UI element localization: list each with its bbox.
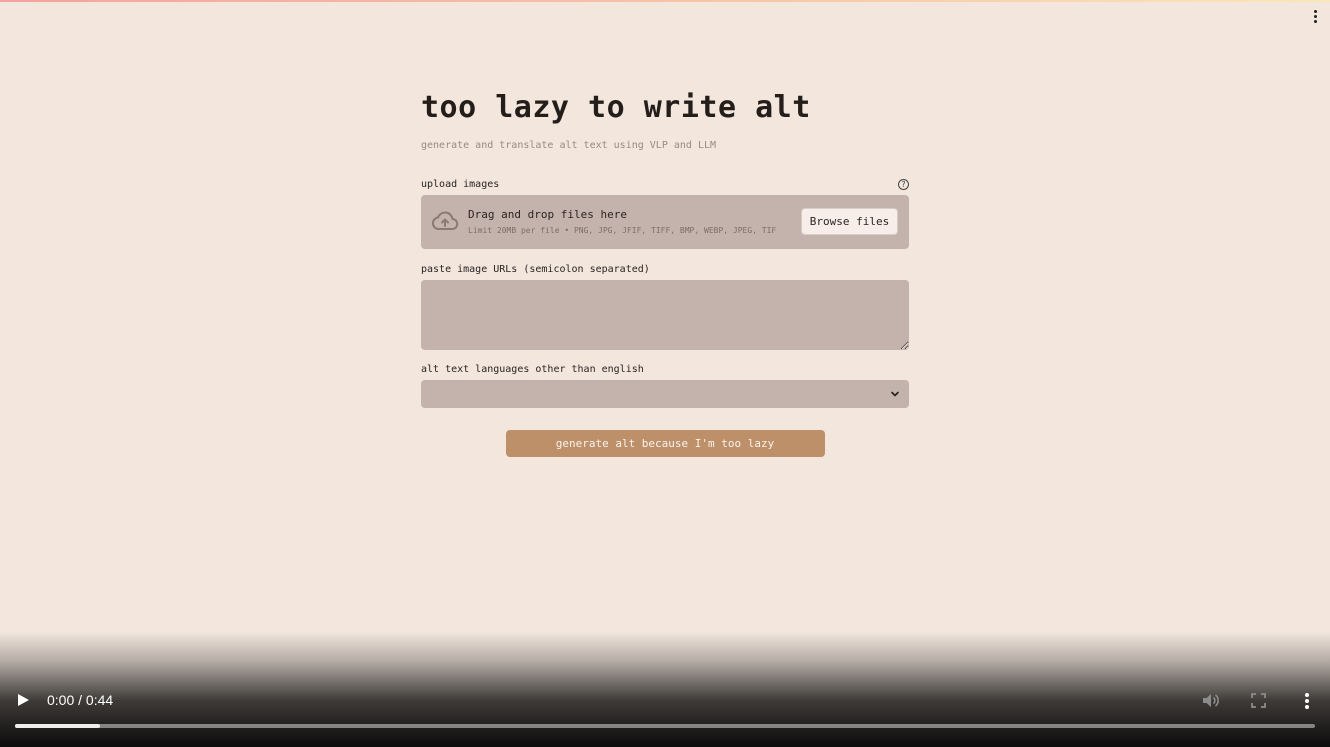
help-circle-icon[interactable]: ?: [898, 178, 909, 190]
fullscreen-icon[interactable]: [1251, 693, 1266, 708]
video-controls: 0:00 / 0:44: [0, 632, 1330, 747]
image-urls-textarea[interactable]: [421, 280, 909, 350]
dropzone-title: Drag and drop files here: [468, 208, 627, 221]
generate-alt-button[interactable]: generate alt because I'm too lazy: [505, 430, 825, 457]
cloud-upload-icon: [432, 211, 459, 230]
upload-label-row: upload images ?: [421, 177, 909, 191]
more-vert-icon[interactable]: [1302, 692, 1312, 710]
menu-dot: [1313, 14, 1317, 18]
top-decoration-line: [0, 0, 1330, 2]
upload-label: upload images: [421, 178, 500, 190]
browse-files-button[interactable]: Browse files: [801, 208, 898, 235]
video-progress-buffered: [15, 724, 100, 728]
dropzone-limit-text: Limit 20MB per file • PNG, JPG, JFIF, TI…: [468, 226, 777, 235]
video-progress-track[interactable]: [15, 724, 1315, 728]
dropzone-text: Drag and drop files here Limit 20MB per …: [468, 207, 776, 236]
menu-dot: [1313, 9, 1317, 13]
languages-label-row: alt text languages other than english: [421, 362, 909, 376]
play-icon[interactable]: [16, 693, 30, 707]
chevron-down-icon: [891, 391, 899, 397]
languages-multiselect[interactable]: [421, 380, 909, 408]
menu-dot: [1313, 19, 1317, 23]
urls-label: paste image URLs (semicolon separated): [421, 263, 650, 275]
languages-label: alt text languages other than english: [421, 363, 644, 375]
file-dropzone[interactable]: Drag and drop files here Limit 20MB per …: [421, 195, 909, 249]
volume-icon[interactable]: [1201, 691, 1220, 710]
page-title: too lazy to write alt: [421, 90, 811, 125]
urls-label-row: paste image URLs (semicolon separated): [421, 262, 909, 276]
app-menu-icon[interactable]: [1308, 8, 1322, 24]
main-content: too lazy to write alt generate and trans…: [421, 88, 909, 457]
page-subtitle: generate and translate alt text using VL…: [421, 140, 717, 151]
video-time: 0:00 / 0:44: [47, 692, 114, 708]
